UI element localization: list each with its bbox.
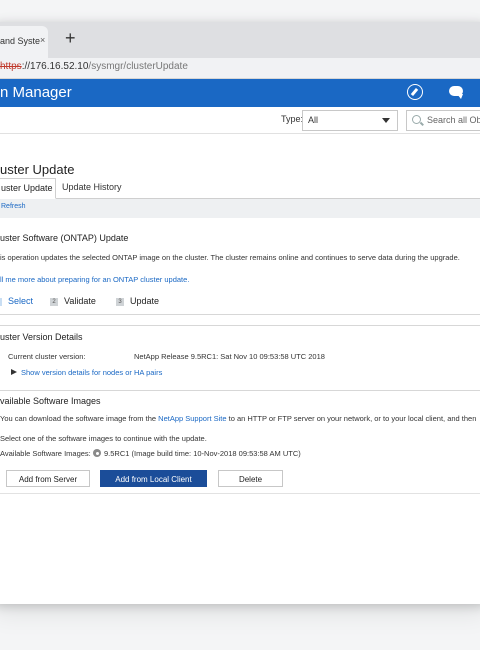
divider [0,493,480,494]
step-label: Update [130,296,160,306]
download-prefix: You can download the software image from… [0,414,159,423]
browser-tab[interactable]: and Syste × [0,26,48,58]
tab-cluster-update[interactable]: uster Update [0,178,56,199]
browser-tab-strip: and Syste × + [0,22,480,58]
show-version-details[interactable]: Show version details for nodes or HA pai… [11,368,162,377]
type-label: Type: [281,114,304,124]
step-update[interactable]: 3 Update [116,296,159,306]
add-from-server-button[interactable]: Add from Server [6,470,90,487]
browser-window: and Syste × + https://176.16.52.10/sysmg… [0,22,480,604]
chevron-down-icon [382,118,390,123]
netapp-support-link[interactable]: NetApp Support Site [158,414,226,423]
current-version-value: NetApp Release 9.5RC1: Sat Nov 10 09:53:… [134,352,325,361]
type-select[interactable]: All [302,110,398,131]
compass-icon[interactable] [407,84,423,100]
radio-icon[interactable] [93,449,101,457]
step-select[interactable]: 1 Select [0,296,33,306]
browser-tab-title: and Syste [0,36,41,46]
download-instructions: You can download the software image from… [0,414,476,423]
step-label: Select [8,296,34,306]
close-icon[interactable]: × [40,35,45,45]
select-instructions: Select one of the software images to con… [0,434,207,443]
step-number: 3 [116,298,124,306]
step-label: Validate [64,296,96,306]
software-image-option[interactable]: 9.5RC1 (Image build time: 10-Nov-2018 09… [93,449,301,458]
page-tabs: uster Update Update History [0,178,480,199]
app-header: n Manager [0,79,480,107]
version-details-panel: uster Version Details Current cluster ve… [0,325,480,381]
delete-button[interactable]: Delete [218,470,283,487]
software-update-heading: uster Software (ONTAP) Update [0,233,129,243]
show-version-details-link[interactable]: Show version details for nodes or HA pai… [21,368,162,377]
toolbar: Refresh [0,199,480,218]
available-images-label: Available Software Images: [0,449,91,458]
step-number: 1 [0,298,2,306]
wizard-steps: 1 Select 2 Validate 3 Update [0,293,480,313]
tab-label: Update History [62,182,122,192]
learn-more-link[interactable]: ll me more about preparing for an ONTAP … [0,275,189,284]
search-input[interactable] [427,113,480,127]
step-number: 2 [50,298,58,306]
version-details-heading: uster Version Details [0,332,83,342]
step-validate[interactable]: 2 Validate [50,296,96,306]
search-box[interactable] [406,110,480,131]
software-image-label: 9.5RC1 (Image build time: 10-Nov-2018 09… [104,449,301,458]
address-bar[interactable]: https://176.16.52.10/sysmgr/clusterUpdat… [0,58,480,79]
url-text[interactable]: https://176.16.52.10/sysmgr/clusterUpdat… [0,61,188,72]
divider [0,314,480,315]
refresh-button[interactable]: Refresh [1,203,26,210]
chat-icon[interactable] [449,86,463,99]
filter-bar: Type: All [0,107,480,134]
caret-right-icon [11,369,17,375]
url-host: ://176.16.52.10 [21,61,89,72]
tab-label: uster Update [1,183,53,193]
software-images-heading: vailable Software Images [0,396,101,406]
app-title: n Manager [0,84,72,101]
download-suffix: to an HTTP or FTP server on your network… [226,414,477,423]
software-update-description: is operation updates the selected ONTAP … [0,253,460,262]
search-icon [412,115,421,124]
url-path: /sysmgr/clusterUpdate [88,61,188,72]
current-version-label: Current cluster version: [8,352,86,361]
type-select-value: All [308,115,319,125]
add-from-local-client-button[interactable]: Add from Local Client [100,470,207,487]
url-scheme: https [0,61,22,72]
page-title: uster Update [0,162,75,177]
new-tab-icon[interactable]: + [65,28,76,49]
